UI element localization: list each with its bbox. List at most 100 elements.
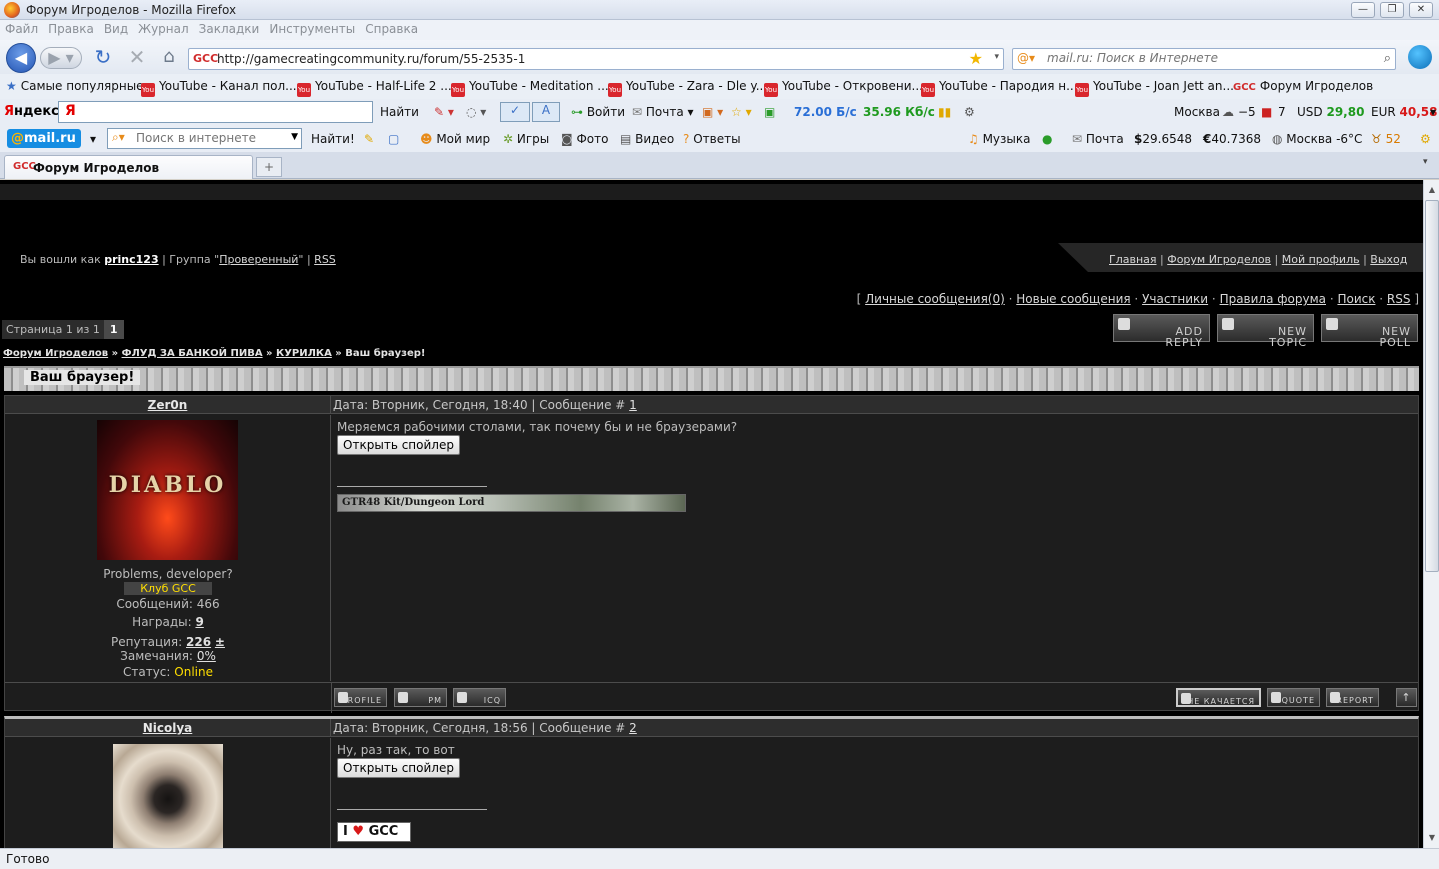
quote-button[interactable]: QUOTE <box>1267 688 1320 707</box>
yandex-city[interactable]: Москва <box>1174 105 1220 119</box>
mailru-logo[interactable]: @mail.ru <box>7 129 81 148</box>
group-link[interactable]: Проверенный <box>219 253 298 266</box>
mailru-link-answers[interactable]: ? Ответы <box>683 132 741 146</box>
address-bar[interactable]: GCC http://gamecreatingcommunity.ru/foru… <box>188 48 1004 70</box>
nav-profile[interactable]: Мой профиль <box>1282 253 1360 266</box>
stop-button[interactable]: ✕ <box>122 43 152 73</box>
pm-button[interactable]: PM <box>394 688 447 707</box>
nav-forum[interactable]: Форум Игроделов <box>1167 253 1271 266</box>
mailru-find-button[interactable]: Найти! <box>311 132 355 146</box>
bookmark-star-icon[interactable]: ★ <box>969 49 983 68</box>
minimize-button[interactable]: — <box>1351 2 1375 18</box>
mailru-link-myworld[interactable]: ☻ Мой мир <box>420 132 490 146</box>
yandex-find-button[interactable]: Найти <box>380 105 419 119</box>
bookmark-item[interactable]: You YouTube - Meditation ... <box>451 79 609 97</box>
post-number-link[interactable]: 1 <box>629 398 637 412</box>
new-topic-button[interactable]: NEW TOPIC <box>1217 314 1314 348</box>
yandex-search-input[interactable]: Я <box>58 101 373 123</box>
bookmark-item[interactable]: GCC Форум Игроделов <box>1233 79 1373 93</box>
mailru-weather[interactable]: ◍ Москва -6°C <box>1272 132 1362 146</box>
signature-gcc-badge[interactable]: I ♥ GCC <box>337 822 411 842</box>
url-text[interactable]: http://gamecreatingcommunity.ru/forum/55… <box>217 52 525 66</box>
settings-gear-icon[interactable]: ⚙ <box>1420 132 1431 146</box>
bookmark-item[interactable]: You YouTube - Канал пол... <box>141 79 297 97</box>
mail-agent-icon[interactable] <box>1408 45 1432 69</box>
menu-file[interactable]: Файл <box>0 20 43 38</box>
menu-tools[interactable]: Инструменты <box>264 20 360 38</box>
tab-list-dropdown-icon[interactable]: ▾ <box>1423 157 1428 167</box>
nav-search[interactable]: Поиск <box>1337 292 1375 306</box>
close-button[interactable]: ✕ <box>1409 2 1433 18</box>
download-icon[interactable]: ▣ <box>764 105 775 119</box>
menu-history[interactable]: Журнал <box>133 20 194 38</box>
pause-icon[interactable]: ▮▮ <box>938 105 951 119</box>
bookmark-item[interactable]: You YouTube - Откровени... <box>764 79 923 97</box>
games-icon[interactable]: ▣ ▾ <box>702 105 723 119</box>
nav-rules[interactable]: Правила форума <box>1220 292 1326 306</box>
scrollbar-thumb[interactable] <box>1425 200 1439 572</box>
forward-button[interactable]: ▶ ▾ <box>40 47 82 69</box>
username-link[interactable]: princ123 <box>104 253 158 266</box>
bookmark-item[interactable]: You YouTube - Пародия н... <box>921 79 1078 97</box>
bookmark-item[interactable]: You YouTube - Zara - Dle y... <box>608 79 767 97</box>
spoiler-button[interactable]: Открыть спойлер <box>337 758 460 778</box>
bookmark-item[interactable]: You YouTube - Half-Life 2 ... <box>297 79 452 97</box>
agent-chat-icon[interactable]: ● <box>1042 132 1052 146</box>
pencil-icon[interactable]: ✎ ▾ <box>434 105 454 119</box>
reputation-link[interactable]: 226 <box>186 635 211 649</box>
chevron-down-icon[interactable]: ▼ <box>291 132 298 142</box>
settings-gear-icon[interactable]: ⚙ <box>964 105 975 119</box>
scroll-down-icon[interactable]: ▼ <box>1424 830 1439 846</box>
page-1-link[interactable]: 1 <box>103 320 124 339</box>
search-bar[interactable]: @▾ ⌕ <box>1012 48 1396 70</box>
new-tab-button[interactable]: + <box>256 157 282 177</box>
breadcrumb-forum[interactable]: Форум Игроделов <box>3 348 108 359</box>
translate-icon[interactable]: A <box>532 102 560 122</box>
favorites-icon[interactable]: ☆ ▾ <box>731 105 752 119</box>
tab-forum[interactable]: GCC Форум Игроделов <box>4 155 253 179</box>
mailru-link-games[interactable]: ✲ Игры <box>503 132 549 146</box>
reputation-vote-icon[interactable]: ± <box>215 635 225 649</box>
mailru-logo-dropdown-icon[interactable]: ▾ <box>90 132 96 146</box>
home-button[interactable]: ⌂ <box>154 43 184 73</box>
yandex-more-icon[interactable]: ▾ <box>1430 105 1436 119</box>
search-engine-icon[interactable]: @▾ <box>1017 51 1035 65</box>
signature-banner[interactable]: GTR48 Kit/Dungeon Lord <box>337 494 686 512</box>
new-poll-button[interactable]: NEW POLL <box>1321 314 1418 348</box>
post-number-link[interactable]: 2 <box>629 721 637 735</box>
spoiler-button[interactable]: Открыть спойлер <box>337 435 460 455</box>
breadcrumb-flood[interactable]: ФЛУД ЗА БАНКОЙ ПИВА <box>122 348 263 359</box>
icq-button[interactable]: ICQ <box>453 688 506 707</box>
menu-help[interactable]: Справка <box>360 20 423 38</box>
yandex-login-link[interactable]: ⊶ Войти <box>571 105 625 119</box>
rss-link[interactable]: RSS <box>314 253 336 266</box>
frame-icon[interactable]: ▢ <box>388 132 399 146</box>
back-button[interactable]: ◀ <box>6 43 36 73</box>
bookmark-item[interactable]: ★ Самые популярные <box>6 79 144 93</box>
nav-home[interactable]: Главная <box>1109 253 1157 266</box>
mailru-music[interactable]: ♫ Музыка <box>968 132 1031 146</box>
mailru-horoscope[interactable]: ♉ 52 <box>1371 132 1401 146</box>
menu-edit[interactable]: Правка <box>43 20 99 38</box>
url-dropdown-icon[interactable]: ▾ <box>994 52 999 62</box>
mailru-link-video[interactable]: ▤ Видео <box>620 132 674 146</box>
mailru-search-field[interactable]: ⌕▾ ▼ <box>107 128 302 149</box>
reload-button[interactable]: ↻ <box>88 43 118 73</box>
complaint-button[interactable]: НЕ КАЧАЕТСЯ <box>1176 688 1261 707</box>
vertical-scrollbar[interactable]: ▲ ▼ <box>1423 180 1439 848</box>
nav-members[interactable]: Участники <box>1142 292 1208 306</box>
search-go-icon[interactable]: ⌕ <box>1384 51 1391 66</box>
maximize-button[interactable]: ❐ <box>1380 2 1404 18</box>
nav-new-messages[interactable]: Новые сообщения <box>1016 292 1130 306</box>
menu-bookmarks[interactable]: Закладки <box>194 20 265 38</box>
menu-view[interactable]: Вид <box>99 20 133 38</box>
pencil-icon[interactable]: ✎ <box>364 132 374 146</box>
bookmark-item[interactable]: You YouTube - Joan Jett an... <box>1075 79 1234 97</box>
nav-rss[interactable]: RSS <box>1387 292 1411 306</box>
scroll-up-icon[interactable]: ▲ <box>1424 182 1439 198</box>
report-button[interactable]: REPORT <box>1326 688 1379 707</box>
post-author[interactable]: Zer0n <box>5 396 331 414</box>
nav-logout[interactable]: Выход <box>1370 253 1407 266</box>
warnings-link[interactable]: 0% <box>197 649 216 663</box>
nav-private-messages[interactable]: Личные сообщения(0) <box>865 292 1005 306</box>
